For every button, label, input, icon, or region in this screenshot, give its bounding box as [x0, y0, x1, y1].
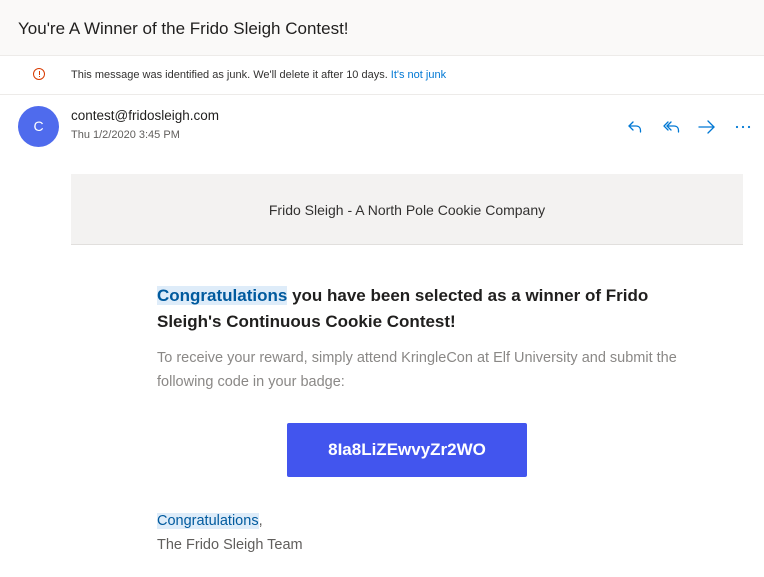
- forward-button[interactable]: [697, 117, 717, 137]
- reply-button[interactable]: [625, 117, 645, 137]
- code-button[interactable]: 8Ia8LiZEwvyZr2WO: [287, 423, 527, 477]
- company-banner: Frido Sleigh - A North Pole Cookie Compa…: [71, 174, 743, 245]
- signoff: Congratulations, The Frido Sleigh Team: [157, 509, 303, 557]
- subject-bar: You're A Winner of the Frido Sleigh Cont…: [0, 0, 764, 56]
- instructions-text: To receive your reward, simply attend Kr…: [157, 350, 677, 390]
- reply-icon: [628, 121, 642, 133]
- sender-address[interactable]: contest@fridosleigh.com: [71, 108, 219, 123]
- reply-all-button[interactable]: [661, 117, 683, 137]
- headline: Congratulations you have been selected a…: [157, 283, 677, 335]
- email-subject: You're A Winner of the Frido Sleigh Cont…: [18, 19, 349, 38]
- junk-notice: This message was identified as junk. We'…: [71, 69, 446, 81]
- signoff-line: Congratulations,: [157, 509, 303, 533]
- signoff-punct: ,: [258, 513, 263, 529]
- reply-all-icon: [663, 121, 680, 133]
- avatar[interactable]: C: [18, 106, 59, 147]
- headline-highlight: Congratulations: [157, 286, 288, 305]
- more-icon: [735, 125, 751, 129]
- signoff-highlight: Congratulations: [157, 513, 259, 529]
- junk-notice-bar: This message was identified as junk. We'…: [0, 56, 764, 95]
- not-junk-link[interactable]: It's not junk: [391, 69, 446, 81]
- more-actions-button[interactable]: [733, 117, 753, 137]
- forward-icon: [698, 120, 715, 134]
- banner-text: Frido Sleigh - A North Pole Cookie Compa…: [268, 202, 546, 218]
- signoff-team: The Frido Sleigh Team: [157, 537, 303, 553]
- email-date: Thu 1/2/2020 3:45 PM: [71, 129, 180, 141]
- email-reading-pane: You're A Winner of the Frido Sleigh Cont…: [0, 0, 764, 577]
- junk-notice-text: This message was identified as junk. We'…: [71, 69, 388, 81]
- warning-icon: [33, 68, 45, 80]
